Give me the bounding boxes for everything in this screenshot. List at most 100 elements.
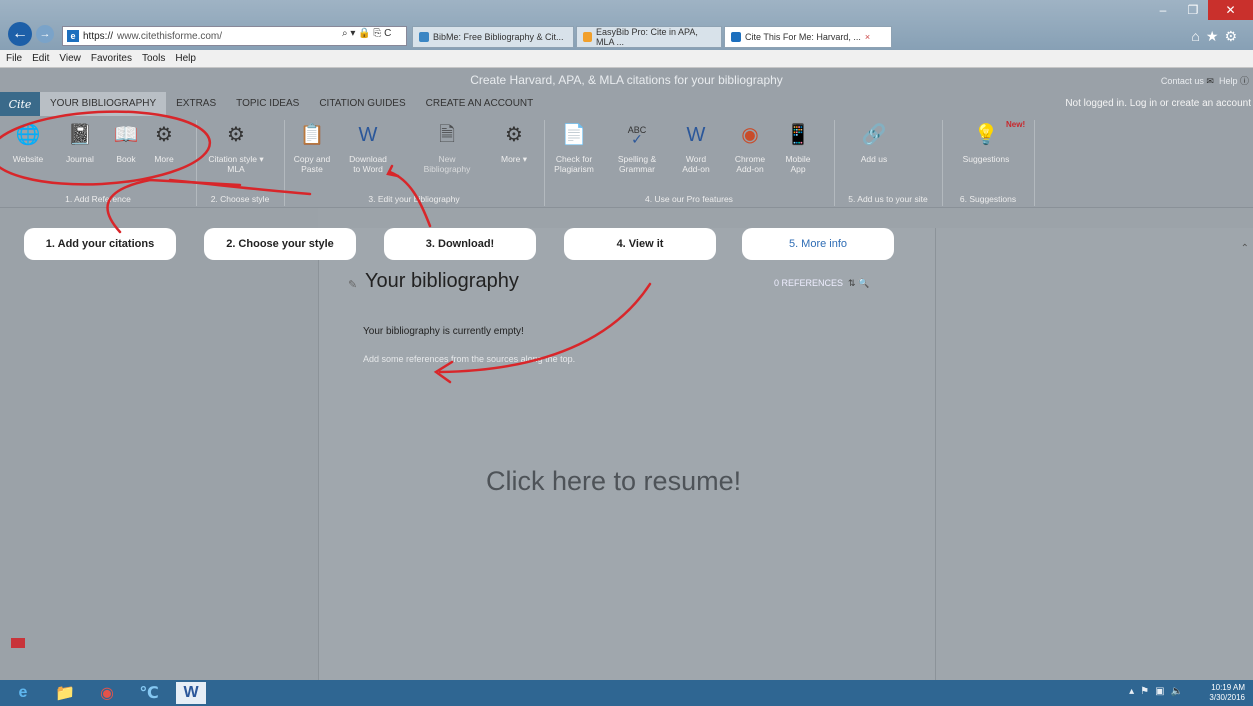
menu-edit[interactable]: Edit	[32, 53, 49, 64]
download-label-2: to Word	[353, 164, 383, 174]
spelling-grammar-button[interactable]: ABC ✓ Spelling & Grammar	[614, 122, 660, 175]
mobile-app-button[interactable]: 📱 Mobile App	[780, 122, 816, 174]
more-label: More	[500, 154, 521, 164]
plagiarism-button[interactable]: 📄 Check for Plagiarism	[552, 122, 596, 174]
step-choose-style[interactable]: 2. Choose your style	[204, 228, 356, 260]
explorer-taskbar-button[interactable]: 📁	[50, 682, 80, 704]
site-tagline: Create Harvard, APA, & MLA citations for…	[470, 73, 783, 87]
contact-us-link[interactable]: Contact us	[1161, 76, 1204, 86]
home-icon[interactable]: ⌂	[1191, 28, 1205, 44]
tab-label: EasyBib Pro: Cite in APA, MLA ...	[595, 27, 698, 47]
copy-paste-label-1: Copy and	[293, 154, 331, 164]
menu-tools[interactable]: Tools	[142, 53, 165, 64]
ie-taskbar-button[interactable]: e	[8, 682, 38, 704]
new-badge: New!	[1006, 120, 1026, 129]
word-addon-label-2: Add-on	[682, 164, 710, 174]
envelope-icon: ✉	[1206, 76, 1214, 86]
arrow-right-icon: →	[39, 28, 51, 40]
tab-easybib[interactable]: EasyBib Pro: Cite in APA, MLA ...	[576, 26, 722, 48]
website-label: Website	[12, 154, 44, 164]
forward-button[interactable]: →	[36, 25, 54, 43]
help-link[interactable]: Help	[1219, 76, 1238, 86]
journal-label: Journal	[66, 154, 94, 164]
scroll-up-icon[interactable]: ⌃	[1241, 243, 1249, 254]
nav-extras[interactable]: EXTRAS	[166, 92, 226, 116]
ie-alt-taskbar-button[interactable]: ℃	[134, 682, 164, 704]
login-status[interactable]: Not logged in. Log in or create an accou…	[1065, 98, 1251, 109]
group-label-choose-style: 2. Choose style	[210, 194, 270, 204]
back-button[interactable]: ←	[8, 22, 32, 46]
flag-icon[interactable]	[11, 638, 25, 648]
word-addon-label-1: Word	[685, 154, 707, 164]
step-view[interactable]: 4. View it	[564, 228, 716, 260]
spelling-label-1: Spelling &	[617, 154, 657, 164]
browser-titlebar: ← → e https:// www.citethisforme.com/ ⌕ …	[0, 0, 1253, 50]
bibliography-pane[interactable]	[318, 228, 936, 680]
step-more-info[interactable]: 5. More info	[742, 228, 894, 260]
favorites-star-icon[interactable]: ★	[1206, 28, 1225, 44]
gears-icon: ⚙	[155, 124, 173, 146]
nav-topic-ideas[interactable]: TOPIC IDEAS	[226, 92, 309, 116]
ie-page-icon	[731, 32, 741, 42]
nav-citation-guides[interactable]: CITATION GUIDES	[309, 92, 415, 116]
sort-icon[interactable]: ⇅	[846, 278, 856, 288]
word-icon: W	[686, 124, 706, 146]
clock[interactable]: 10:19 AM 3/30/2016	[1209, 683, 1245, 703]
word-addon-button[interactable]: W Word Add-on	[678, 122, 714, 174]
group-label-add-us: 5. Add us to your site	[848, 194, 928, 204]
resume-overlay[interactable]: Click here to resume!	[486, 466, 741, 497]
chrome-addon-button[interactable]: ◉ Chrome Add-on	[730, 122, 770, 174]
minimize-button[interactable]: –	[1148, 0, 1178, 20]
new-bibliography-button[interactable]: 🗎 New Bibliography	[420, 122, 474, 174]
restore-button[interactable]: ❐	[1178, 0, 1208, 20]
settings-gear-icon[interactable]: ⚙	[1224, 28, 1243, 44]
step-add-citations[interactable]: 1. Add your citations	[24, 228, 176, 260]
flag-icon[interactable]: ⚑	[1140, 686, 1155, 697]
step-download[interactable]: 3. Download!	[384, 228, 536, 260]
pencil-icon[interactable]: ✎	[348, 278, 357, 291]
globe-icon: 🌐	[15, 124, 41, 146]
site-header: Create Harvard, APA, & MLA citations for…	[0, 68, 1253, 92]
search-icon[interactable]: 🔍	[858, 278, 869, 288]
left-pane	[0, 208, 318, 680]
menu-view[interactable]: View	[59, 53, 81, 64]
lightbulb-icon: 💡	[973, 124, 999, 146]
minimize-icon: –	[1159, 3, 1167, 17]
citation-toolbar: 🌐 Website 📓 Journal 📖 Book ⚙ More ⚙ Cita…	[0, 116, 1253, 208]
close-tab-icon[interactable]: ×	[865, 32, 870, 42]
menu-bar: File Edit View Favorites Tools Help	[0, 50, 1253, 68]
site-logo[interactable]: Cite	[0, 92, 40, 116]
tab-bibme[interactable]: BibMe: Free Bibliography & Cit...	[412, 26, 574, 48]
url-host: www.citethisforme.com/	[117, 30, 223, 42]
tray-expand-icon[interactable]: ▴	[1129, 686, 1140, 697]
word-taskbar-button[interactable]: W	[176, 682, 206, 704]
arrow-left-icon: ←	[12, 25, 28, 42]
mobile-phone-icon: 📱	[785, 124, 811, 146]
book-button[interactable]: 📖 Book	[110, 122, 142, 164]
more-edit-button[interactable]: ⚙ More ▾	[496, 122, 532, 164]
menu-file[interactable]: File	[6, 53, 22, 64]
nav-create-account[interactable]: CREATE AN ACCOUNT	[416, 92, 544, 116]
tab-citethisforme[interactable]: Cite This For Me: Harvard, ... ×	[724, 26, 892, 48]
volume-icon[interactable]: 🔈	[1171, 686, 1189, 697]
nav-your-bibliography[interactable]: YOUR BIBLIOGRAPHY	[40, 92, 167, 116]
windows-taskbar: e 📁 ◉ ℃ W ▴⚑▣🔈 10:19 AM 3/30/2016	[0, 680, 1253, 706]
download-label-1: Download	[349, 154, 387, 164]
download-word-button[interactable]: W Download to Word	[346, 122, 390, 174]
chevron-down-icon: ▾	[257, 154, 264, 164]
citation-style-button[interactable]: ⚙ Citation style ▾ MLA	[204, 122, 268, 174]
network-icon[interactable]: ▣	[1155, 686, 1170, 697]
chrome-taskbar-button[interactable]: ◉	[92, 682, 122, 704]
copy-paste-button[interactable]: 📋 Copy and Paste	[292, 122, 332, 174]
more-sources-button[interactable]: ⚙ More	[148, 122, 180, 164]
menu-favorites[interactable]: Favorites	[91, 53, 132, 64]
main-area: ⌃ ⌄ 1. Add your citations 2. Choose your…	[0, 208, 1253, 687]
add-us-button[interactable]: 🔗 Add us	[854, 122, 894, 164]
close-window-button[interactable]: ✕	[1208, 0, 1253, 20]
clock-time: 10:19 AM	[1211, 683, 1245, 692]
word-icon: W	[358, 124, 378, 146]
menu-help[interactable]: Help	[175, 53, 196, 64]
journal-button[interactable]: 📓 Journal	[62, 122, 98, 164]
address-controls[interactable]: ⌕ ▾ 🔒 ⎘ C	[342, 28, 391, 39]
website-button[interactable]: 🌐 Website	[10, 122, 46, 164]
